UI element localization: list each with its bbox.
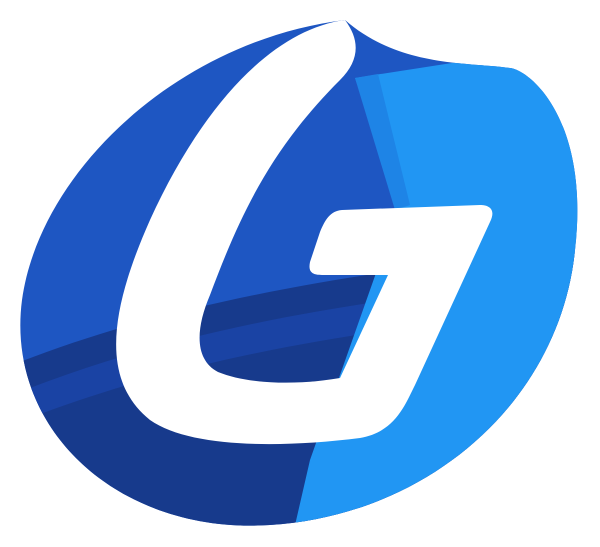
- logo-canvas: [0, 0, 600, 547]
- g-logo: [20, 20, 578, 526]
